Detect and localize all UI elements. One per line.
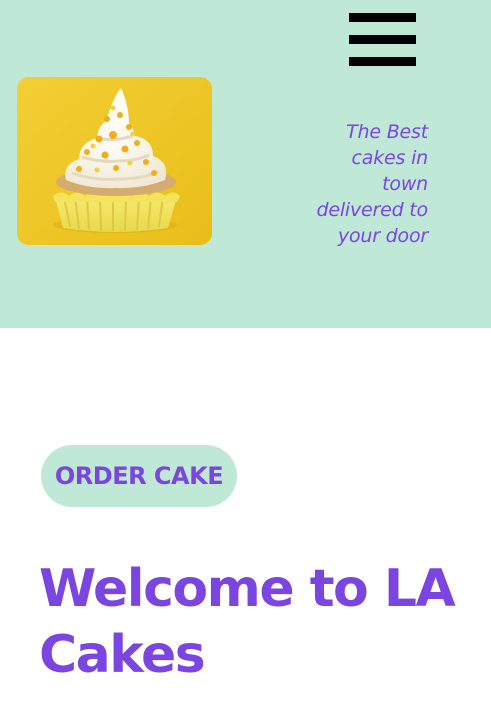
menu-bar [349,13,416,22]
menu-bar [349,57,416,66]
tagline-text: The Best cakes in town delivered to your… [316,121,428,247]
cupcake-image [17,77,212,245]
page-title: Welcome to LA Cakes [39,559,456,685]
cupcake-illustration [17,77,212,245]
order-cake-button[interactable]: ORDER CAKE [41,445,237,507]
menu-bar [349,35,416,44]
page: The Best cakes in town delivered to your… [0,0,491,705]
hero-section: The Best cakes in town delivered to your… [0,0,491,328]
hamburger-menu-button[interactable] [349,13,416,66]
